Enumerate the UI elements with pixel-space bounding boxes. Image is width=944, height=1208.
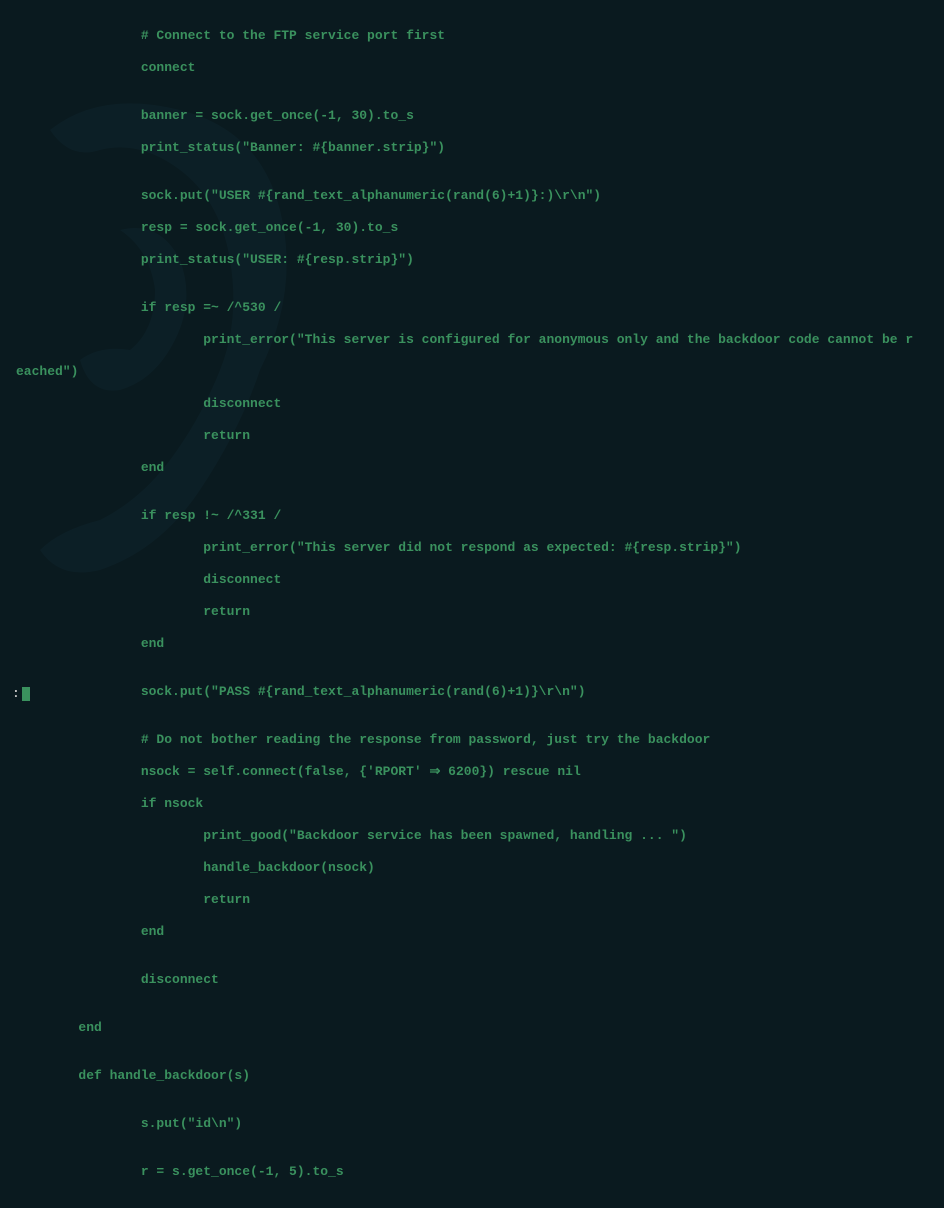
code-line: if resp !~ /^331 /: [16, 508, 928, 524]
code-line: end: [16, 924, 928, 940]
code-line: print_status("Banner: #{banner.strip}"): [16, 140, 928, 156]
code-line: disconnect: [16, 972, 928, 988]
code-line: end: [16, 1020, 928, 1036]
code-line: return: [16, 892, 928, 908]
code-line: banner = sock.get_once(-1, 30).to_s: [16, 108, 928, 124]
code-line: s.put("id\n"): [16, 1116, 928, 1132]
code-line: print_error("This server is configured f…: [16, 332, 928, 348]
code-line: disconnect: [16, 572, 928, 588]
code-line: # Do not bother reading the response fro…: [16, 732, 928, 748]
code-line: handle_backdoor(nsock): [16, 860, 928, 876]
code-line: # Connect to the FTP service port first: [16, 28, 928, 44]
code-line: end: [16, 636, 928, 652]
code-line: print_status("USER: #{resp.strip}"): [16, 252, 928, 268]
code-line: r = s.get_once(-1, 5).to_s: [16, 1164, 928, 1180]
code-line: return: [16, 428, 928, 444]
code-line: print_good("Backdoor service has been sp…: [16, 828, 928, 844]
code-editor-content: # Connect to the FTP service port first …: [0, 0, 944, 1208]
code-line: nsock = self.connect(false, {'RPORT' ⇒ 6…: [16, 764, 928, 780]
code-line: eached"): [16, 364, 928, 380]
code-line: end: [16, 460, 928, 476]
code-line: def handle_backdoor(s): [16, 1068, 928, 1084]
code-line: sock.put("USER #{rand_text_alphanumeric(…: [16, 188, 928, 204]
code-line: connect: [16, 60, 928, 76]
code-line: print_error("This server did not respond…: [16, 540, 928, 556]
code-line: resp = sock.get_once(-1, 30).to_s: [16, 220, 928, 236]
code-line: if resp =~ /^530 /: [16, 300, 928, 316]
code-line: return: [16, 604, 928, 620]
code-line: if nsock: [16, 796, 928, 812]
code-line: disconnect: [16, 396, 928, 412]
code-line: sock.put("PASS #{rand_text_alphanumeric(…: [16, 684, 928, 700]
